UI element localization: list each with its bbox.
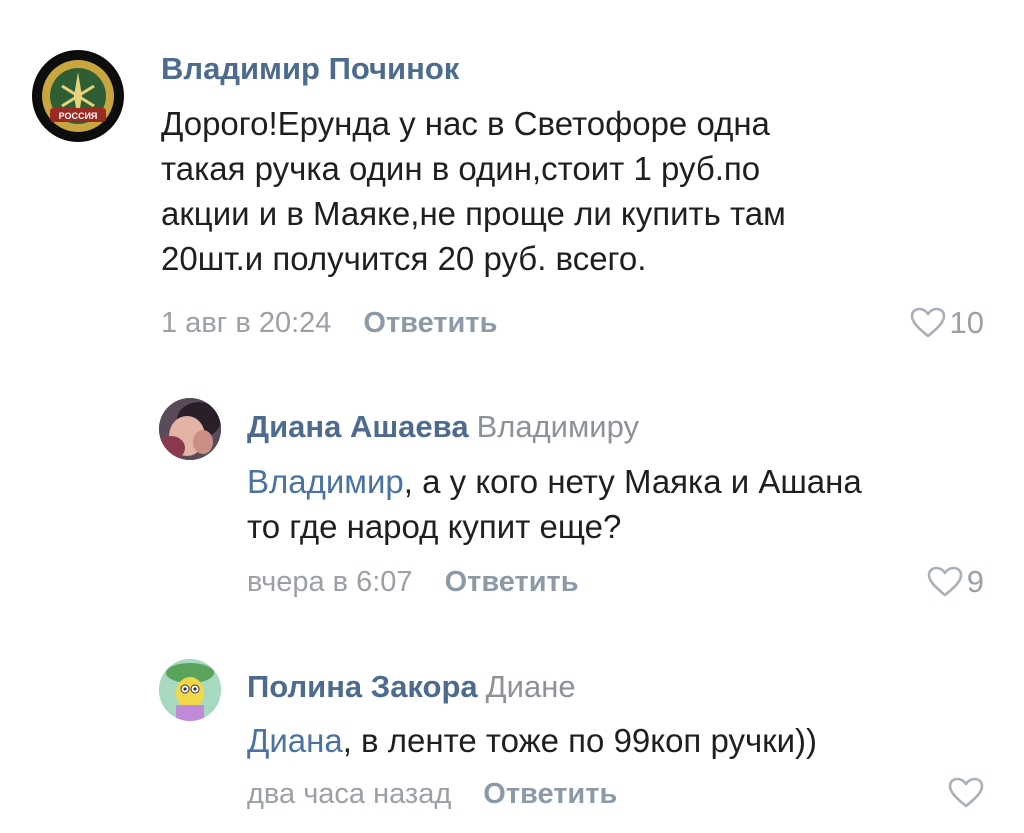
author-name[interactable]: Полина Закора (247, 669, 478, 704)
comment-text-line: 20шт.и получится 20 руб. всего. (161, 240, 647, 277)
avatar[interactable] (159, 659, 221, 721)
reply-to-label[interactable]: Диане (486, 669, 576, 704)
timestamp: 1 авг в 20:24 (161, 307, 332, 339)
comment-text-line: Владимир, а у кого нету Маяка и Ашана (247, 459, 862, 504)
comment-text-line: такая ручка один в один,стоит 1 руб.по (161, 150, 761, 187)
comment-text-line: акции и в Маяке,не проще ли купить там (161, 195, 786, 232)
cartoon-avatar-icon (159, 659, 221, 721)
mention-link[interactable]: Владимир (247, 463, 404, 500)
comment-text: Дорого!Ерунда у нас в Светофоре одна так… (161, 101, 786, 281)
comment-text: Диана, в ленте тоже по 99коп ручки)) (247, 718, 817, 763)
reply-to-label[interactable]: Владимиру (477, 409, 639, 444)
reply-button[interactable]: Ответить (483, 778, 617, 810)
heart-icon (910, 307, 945, 338)
comment-meta: два часа назад Ответить (247, 777, 617, 811)
timestamp: вчера в 6:07 (247, 566, 413, 598)
reply-button[interactable]: Ответить (363, 307, 497, 339)
like-button[interactable] (948, 777, 984, 809)
like-button[interactable]: 10 (910, 306, 984, 340)
comment-item: Полина Закора Диане Диана, в ленте тоже п… (0, 630, 1024, 833)
comment-text: Владимир, а у кого нету Маяка и Ашана то… (247, 459, 862, 549)
comment-header: Диана Ашаева Владимиру (247, 409, 639, 445)
comment-meta: вчера в 6:07 Ответить (247, 565, 579, 599)
comment-text-body: , а у кого нету Маяка и Ашана (403, 463, 862, 500)
avatar-emblem-text: РОССИЯ (59, 111, 98, 121)
avatar[interactable] (159, 398, 221, 460)
comment-header: Полина Закора Диане (247, 669, 576, 705)
mention-link[interactable]: Диана (247, 722, 343, 759)
heart-icon (927, 566, 963, 597)
author-name[interactable]: Диана Ашаева (247, 409, 469, 444)
like-count: 9 (966, 564, 984, 599)
reply-button[interactable]: Ответить (445, 566, 579, 598)
comment-text-line: Диана, в ленте тоже по 99коп ручки)) (247, 718, 817, 763)
like-button[interactable]: 9 (927, 565, 984, 599)
comment-text-line: Дорого!Ерунда у нас в Светофоре одна (161, 105, 770, 142)
like-count: 10 (949, 305, 984, 340)
comment-item: РОССИЯ Владимир Починок Дорого!Ерунда у … (0, 0, 1024, 360)
avatar[interactable]: РОССИЯ (32, 50, 124, 142)
heart-icon (948, 777, 984, 808)
comment-text-body: , в ленте тоже по 99коп ручки)) (342, 722, 817, 759)
military-emblem-icon: РОССИЯ (34, 52, 122, 140)
profile-photo-icon (159, 398, 221, 460)
author-name[interactable]: Владимир Починок (161, 51, 459, 86)
timestamp: два часа назад (247, 778, 452, 810)
comment-item: Диана Ашаева Владимиру Владимир, а у кого… (0, 360, 1024, 630)
comment-meta: 1 авг в 20:24 Ответить (161, 306, 497, 340)
comment-text-line: то где народ купит еще? (247, 508, 622, 545)
comment-header: Владимир Починок (161, 51, 459, 87)
